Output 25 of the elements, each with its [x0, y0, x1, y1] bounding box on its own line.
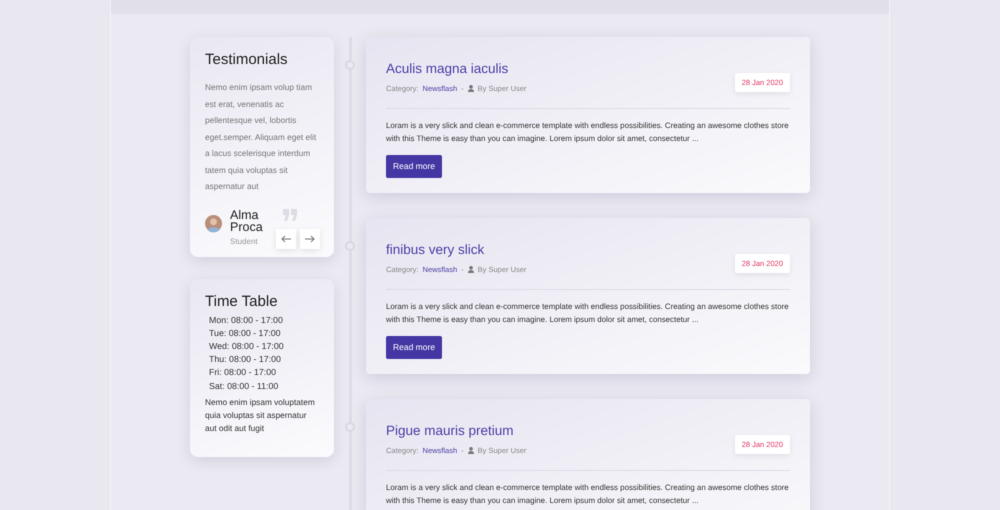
- card-title: Time Table: [205, 292, 279, 310]
- opening-hours: Wed: 08:00 - 17:00: [209, 340, 285, 353]
- author-role: Student: [230, 236, 259, 248]
- opening-hours: Tue: 08:00 - 17:00: [209, 326, 282, 340]
- opening-hours: Thu: 08:00 - 17:00: [209, 353, 282, 366]
- read-more-button[interactable]: Read more: [386, 336, 442, 360]
- user-icon: [468, 266, 474, 274]
- opening-hours: Fri: 08:00 - 17:00: [209, 366, 277, 380]
- user-icon: [468, 447, 474, 454]
- arrow-left-icon: [281, 234, 291, 242]
- post-title[interactable]: Aculis magna iaculis: [386, 61, 526, 78]
- read-more-button[interactable]: Read more: [386, 155, 442, 178]
- card-title: Testimonials: [205, 51, 289, 69]
- opening-hours: Mon: 08:00 - 17:00: [209, 314, 284, 326]
- author-name: Alma Proca: [230, 208, 264, 232]
- post-title[interactable]: Pigue mauris pretium: [386, 423, 526, 440]
- next-button[interactable]: [300, 228, 320, 248]
- quote-icon: [283, 208, 298, 220]
- user-icon: [468, 85, 474, 92]
- testimonial-quote: Nemo enim ipsam volup tiam est erat, venenatis ac pellentesque vel, lobortis eget.semper. Aliquam eget elit a lacus scelerisque interdum tatem quia voluptas sit aspernatur aut: [205, 81, 318, 193]
- post-title[interactable]: finibus very slick: [386, 242, 526, 258]
- arrow-right-icon: [305, 234, 315, 242]
- opening-hours: Sat: 08:00 - 11:00: [209, 380, 280, 393]
- previous-button[interactable]: [276, 228, 296, 248]
- timetable-note: Nemo enim ipsam voluptatem quia voluptas sit aspernatur aut odit aut fugit: [205, 396, 316, 435]
